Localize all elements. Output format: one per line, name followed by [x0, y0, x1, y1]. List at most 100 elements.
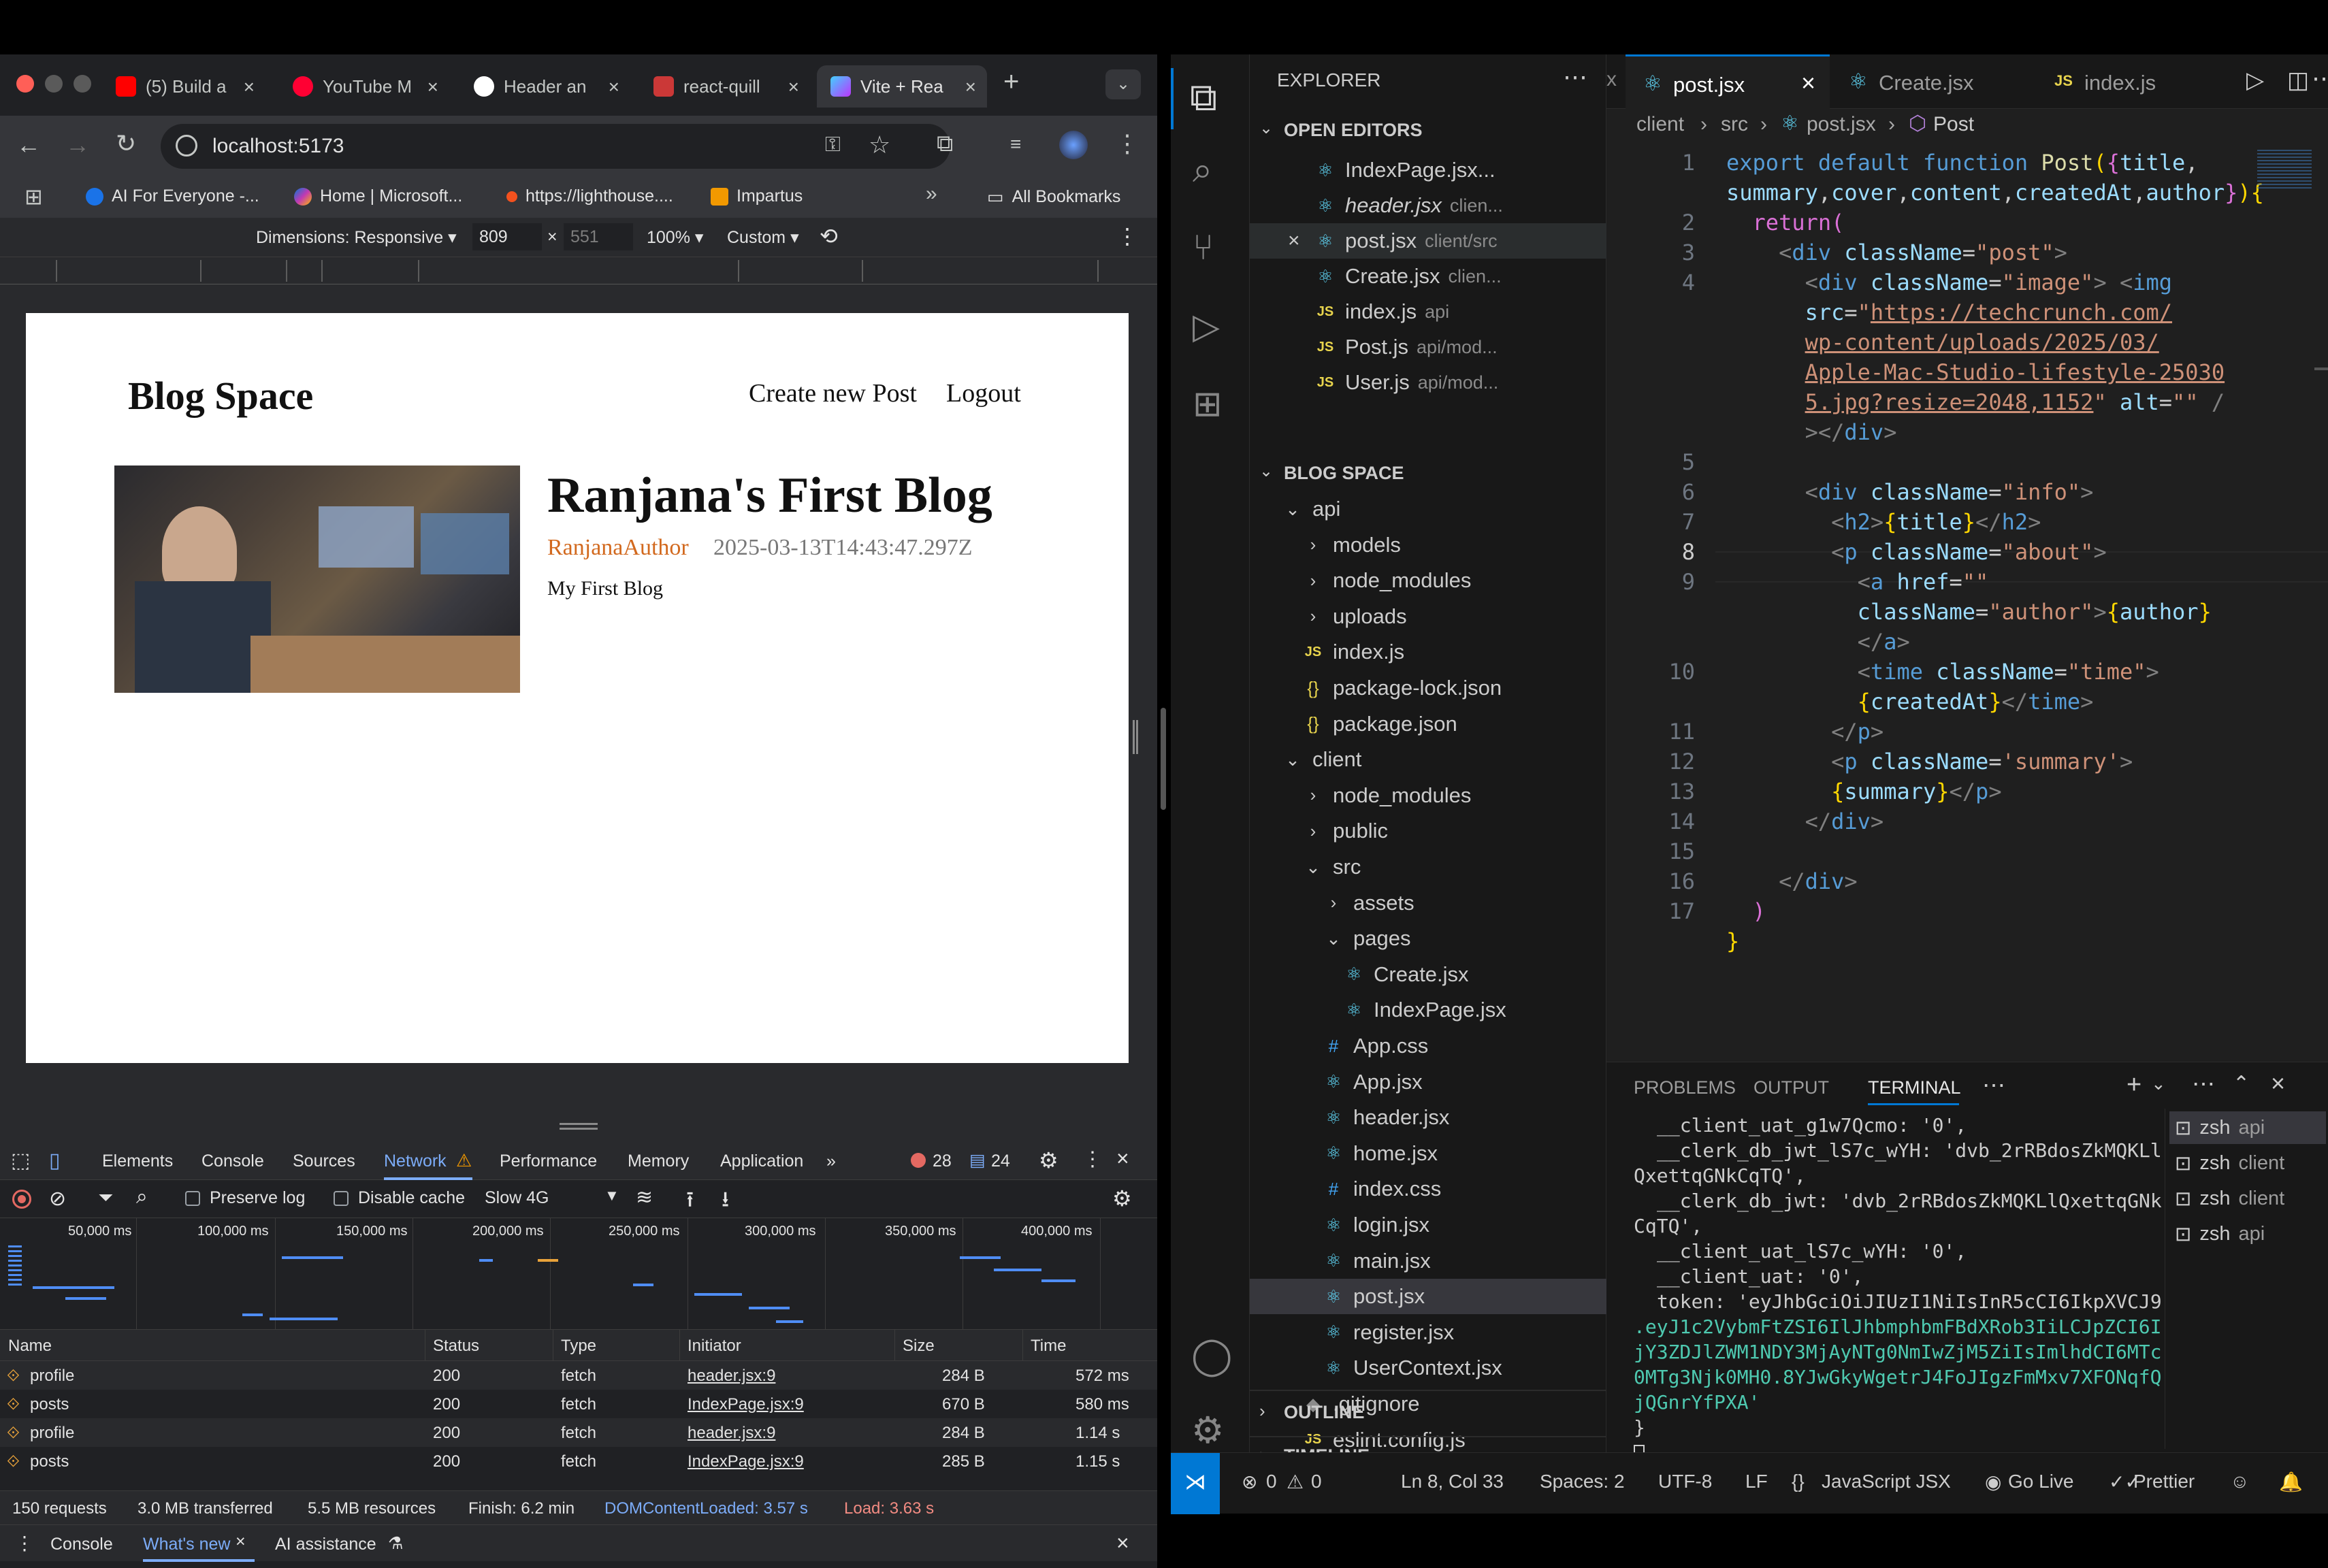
feedback-icon[interactable]: ☺: [2230, 1471, 2250, 1492]
tree-file[interactable]: # App.css: [1250, 1028, 1606, 1064]
end-of-line[interactable]: LF: [1745, 1471, 1768, 1492]
source-control-icon[interactable]: ⑂: [1193, 227, 1214, 268]
open-editor-item[interactable]: ⚛ header.jsx clien...: [1250, 188, 1606, 223]
back-arrow-icon[interactable]: ←: [16, 131, 41, 159]
search-icon[interactable]: ⌕: [136, 1186, 148, 1209]
bookmark-item[interactable]: AI For Everyone -...: [86, 186, 259, 206]
browser-menu-icon[interactable]: ⋮: [1115, 129, 1139, 158]
error-icon[interactable]: ⊗: [1242, 1471, 1257, 1493]
open-editor-item[interactable]: JS User.js api/mod...: [1250, 365, 1606, 400]
run-debug-icon[interactable]: ▷: [1193, 306, 1220, 347]
clear-icon[interactable]: ⊘: [49, 1187, 66, 1211]
terminal-instance[interactable]: ⊡ zsh api: [2169, 1111, 2326, 1144]
prettier-status[interactable]: Prettier: [2133, 1471, 2195, 1492]
encoding[interactable]: UTF-8: [1658, 1471, 1712, 1492]
tab-problems[interactable]: PROBLEMS: [1634, 1077, 1736, 1098]
tree-file[interactable]: {} package.json: [1250, 706, 1606, 742]
tree-folder[interactable]: ⌄ src: [1250, 849, 1606, 885]
editor-tab[interactable]: ⚛ Create.jsx: [1831, 54, 2035, 109]
error-count[interactable]: 28: [933, 1152, 952, 1171]
open-editor-item[interactable]: JS Post.js api/mod...: [1250, 329, 1606, 365]
browser-tab-active[interactable]: Vite + Rea ×: [817, 65, 987, 108]
chevron-down-icon[interactable]: ⌄: [1259, 118, 1273, 138]
tree-file[interactable]: ⚛ post.jsx: [1250, 1279, 1606, 1315]
dropdown-caret-icon[interactable]: ▼: [604, 1187, 619, 1205]
open-editor-item[interactable]: ⚛ IndexPage.jsx...: [1250, 152, 1606, 188]
col-name[interactable]: Name: [8, 1337, 52, 1356]
chevron-right-icon[interactable]: ›: [1259, 1401, 1265, 1422]
resize-handle-right[interactable]: [1133, 720, 1138, 754]
tab-memory[interactable]: Memory: [628, 1152, 689, 1171]
tree-file[interactable]: ⚛ main.jsx: [1250, 1243, 1606, 1279]
forward-arrow-icon[interactable]: →: [65, 131, 90, 159]
tab-application[interactable]: Application: [720, 1152, 803, 1171]
devtools-menu-icon[interactable]: ⋮: [1082, 1147, 1103, 1171]
terminal-more-icon[interactable]: ⋯: [2192, 1071, 2215, 1098]
tree-file[interactable]: {} package-lock.json: [1250, 670, 1606, 706]
cell-initiator[interactable]: IndexPage.jsx:9: [688, 1395, 804, 1414]
tree-file[interactable]: ⚛ home.jsx: [1250, 1136, 1606, 1171]
tree-folder[interactable]: › public: [1250, 813, 1606, 849]
close-panel-icon[interactable]: ×: [2271, 1069, 2285, 1098]
col-size[interactable]: Size: [903, 1337, 935, 1356]
close-devtools-icon[interactable]: ×: [1116, 1146, 1129, 1171]
col-initiator[interactable]: Initiator: [688, 1337, 741, 1356]
search-icon[interactable]: ⌕: [1193, 150, 1212, 191]
address-bar[interactable]: localhost:5173 ⚿ ☆: [161, 124, 950, 169]
tree-folder[interactable]: › assets: [1250, 885, 1606, 921]
close-icon[interactable]: ×: [1801, 69, 1815, 97]
cell-initiator[interactable]: header.jsx:9: [688, 1424, 775, 1443]
zoom-window-button[interactable]: [74, 75, 91, 93]
breadcrumb-item[interactable]: post.jsx: [1807, 113, 1876, 136]
network-conditions-icon[interactable]: ≋: [636, 1186, 653, 1209]
outline-header[interactable]: OUTLINE: [1284, 1402, 1365, 1423]
tree-folder[interactable]: ⌄ client: [1250, 742, 1606, 777]
minimap[interactable]: [2257, 150, 2312, 191]
indentation[interactable]: Spaces: 2: [1540, 1471, 1625, 1492]
tree-file[interactable]: ⚛ IndexPage.jsx: [1250, 992, 1606, 1028]
profile-avatar[interactable]: [1059, 131, 1088, 159]
terminal-instance[interactable]: ⊡ zsh client: [2169, 1182, 2326, 1215]
width-input[interactable]: 809: [472, 223, 542, 250]
cell-initiator[interactable]: header.jsx:9: [688, 1367, 775, 1386]
warning-icon[interactable]: ⚠: [1287, 1471, 1304, 1493]
tree-file[interactable]: ⚛ login.jsx: [1250, 1207, 1606, 1243]
status-warnings[interactable]: 0: [1311, 1471, 1322, 1492]
close-window-button[interactable]: [16, 75, 34, 93]
overflow-tab-fragment[interactable]: x: [1606, 68, 1617, 91]
site-info-icon[interactable]: [176, 135, 197, 157]
account-icon[interactable]: ◯: [1191, 1334, 1232, 1377]
language-mode[interactable]: JavaScript JSX: [1822, 1471, 1951, 1492]
minimize-window-button[interactable]: [45, 75, 63, 93]
tree-file[interactable]: ⚛ UserContext.jsx: [1250, 1350, 1606, 1386]
col-time[interactable]: Time: [1031, 1337, 1066, 1356]
throttle-dropdown[interactable]: Custom ▾: [727, 227, 799, 248]
url-text[interactable]: localhost:5173: [212, 135, 344, 158]
chevron-down-icon[interactable]: ⌄: [2151, 1073, 2166, 1094]
drawer-tab-console[interactable]: Console: [50, 1535, 113, 1554]
filter-icon[interactable]: ⏷: [98, 1187, 113, 1209]
more-tabs-chevron-icon[interactable]: »: [826, 1152, 836, 1171]
resize-handle-bottom[interactable]: [560, 1123, 598, 1130]
all-bookmarks-button[interactable]: ▭ All Bookmarks: [987, 186, 1120, 208]
media-controls-icon[interactable]: ≡: [1010, 133, 1021, 155]
maximize-panel-icon[interactable]: ⌃: [2233, 1072, 2250, 1096]
table-row[interactable]: ⟐ posts 200 fetch IndexPage.jsx:9 285 B 1.15 s: [0, 1447, 1157, 1475]
throttling-dropdown[interactable]: Slow 4G: [485, 1188, 549, 1208]
network-overview-timeline[interactable]: 50,000 ms 100,000 ms 150,000 ms 200,000 …: [0, 1218, 1157, 1330]
post-title[interactable]: Ranjana's First Blog: [547, 467, 992, 525]
close-icon[interactable]: ×: [244, 76, 255, 98]
create-post-link[interactable]: Create new Post: [749, 378, 917, 408]
import-har-icon[interactable]: ⭱: [686, 1184, 694, 1221]
dimensions-dropdown[interactable]: Dimensions: Responsive ▾: [256, 227, 457, 248]
editor-tab[interactable]: JS index.js: [2037, 54, 2220, 109]
browser-tab[interactable]: react-quill ×: [640, 65, 810, 108]
tab-sources[interactable]: Sources: [293, 1152, 355, 1171]
explorer-more-icon[interactable]: ⋯: [1563, 63, 1587, 91]
open-editor-item[interactable]: ⚛ Create.jsx clien...: [1250, 259, 1606, 294]
tree-file[interactable]: ⚛ App.jsx: [1250, 1064, 1606, 1100]
close-icon[interactable]: ×: [788, 76, 799, 98]
tree-folder[interactable]: › node_modules: [1250, 778, 1606, 813]
new-terminal-plus-icon[interactable]: +: [2127, 1071, 2141, 1100]
more-bookmarks-chevron-icon[interactable]: »: [926, 182, 937, 206]
